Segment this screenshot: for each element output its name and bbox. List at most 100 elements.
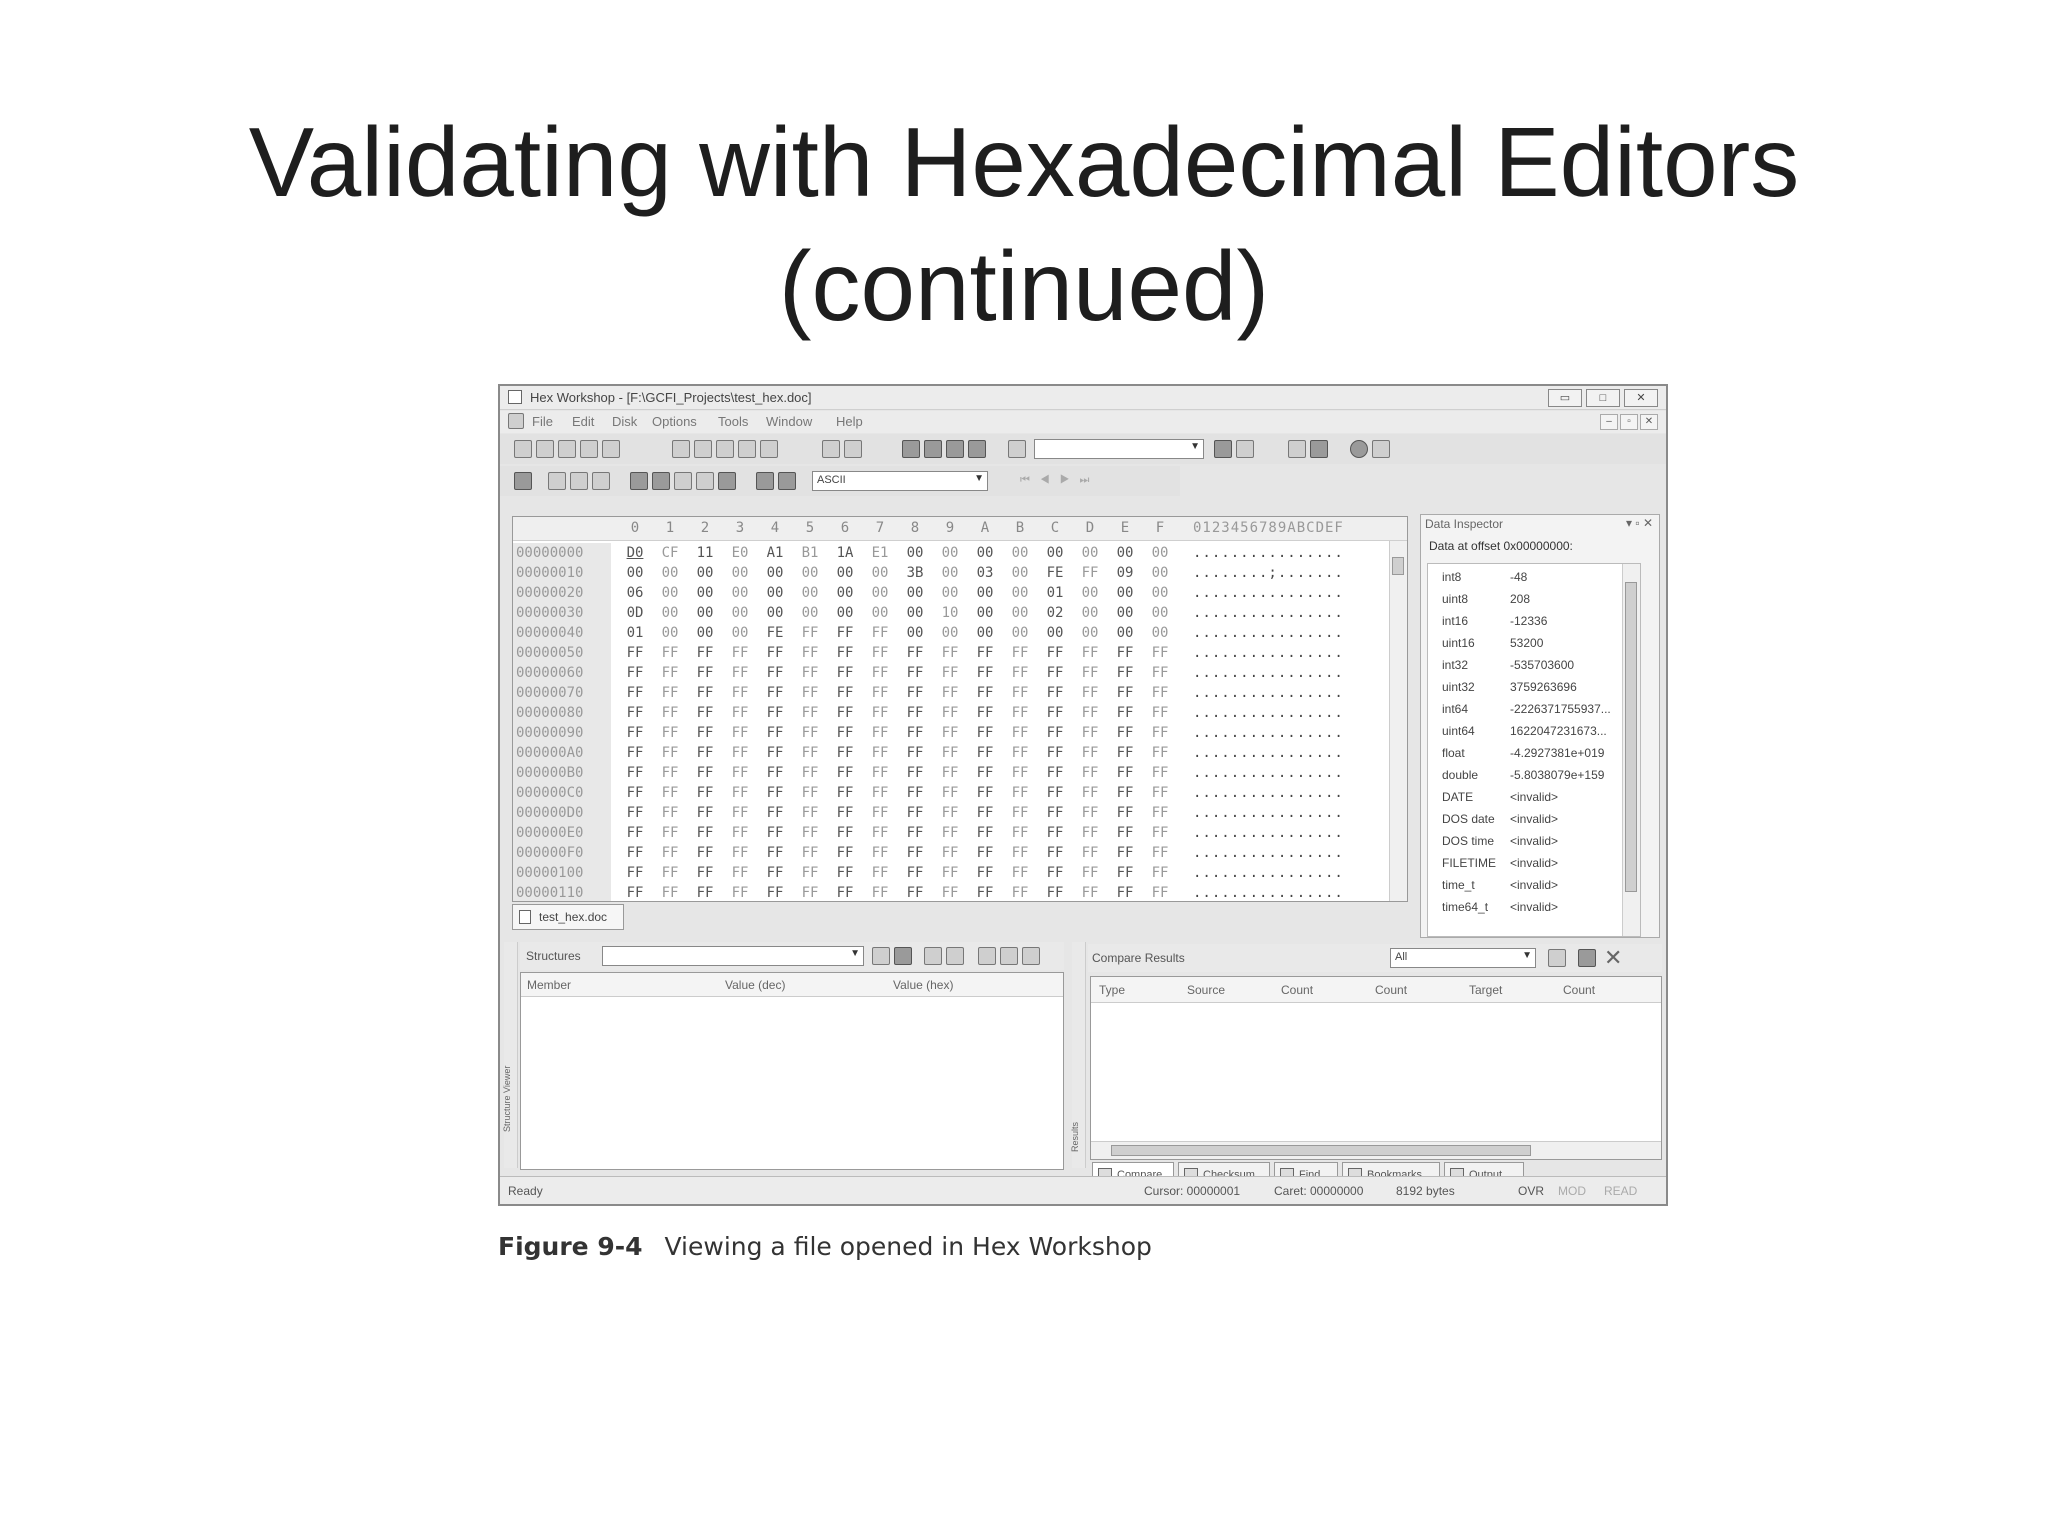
hex-byte[interactable]: FF: [833, 783, 857, 803]
hex-byte[interactable]: FF: [693, 783, 717, 803]
hex-byte[interactable]: 00: [763, 603, 787, 623]
hex-byte[interactable]: FF: [623, 783, 647, 803]
hex-byte[interactable]: FF: [693, 763, 717, 783]
hex-byte[interactable]: FF: [833, 883, 857, 901]
collapse-structure-icon[interactable]: [924, 947, 942, 965]
mdi-minimize-button[interactable]: –: [1600, 414, 1618, 430]
inspector-row[interactable]: uint32 3759263696: [1428, 676, 1640, 698]
copy-results-icon[interactable]: [1548, 949, 1566, 967]
hex-byte[interactable]: FF: [763, 863, 787, 883]
hex-byte[interactable]: FF: [1043, 843, 1067, 863]
hex-byte[interactable]: FF: [938, 783, 962, 803]
hex-byte[interactable]: FF: [728, 783, 752, 803]
hex-scroll-thumb[interactable]: [1392, 557, 1404, 575]
col-value-hex[interactable]: Value (hex): [893, 978, 953, 992]
delete-icon[interactable]: [570, 472, 588, 490]
hex-byte[interactable]: FF: [833, 803, 857, 823]
export-icon[interactable]: [760, 440, 778, 458]
hex-byte[interactable]: 00: [1113, 623, 1137, 643]
hex-byte[interactable]: FF: [938, 823, 962, 843]
hex-byte[interactable]: FF: [1008, 823, 1032, 843]
hex-byte[interactable]: 00: [693, 583, 717, 603]
hex-byte[interactable]: FF: [798, 843, 822, 863]
hex-byte[interactable]: FF: [1078, 663, 1102, 683]
hex-byte[interactable]: 00: [1148, 543, 1172, 563]
hex-byte[interactable]: FF: [658, 823, 682, 843]
hex-byte[interactable]: FF: [1078, 563, 1102, 583]
hex-byte[interactable]: FF: [903, 703, 927, 723]
copy-icon[interactable]: [694, 440, 712, 458]
inspector-row[interactable]: time_t <invalid>: [1428, 874, 1640, 896]
close-structure-icon[interactable]: [1022, 947, 1040, 965]
hex-byte[interactable]: 00: [1148, 623, 1172, 643]
col-source[interactable]: Source: [1187, 983, 1225, 997]
hex-byte[interactable]: FF: [1148, 663, 1172, 683]
hex-byte[interactable]: 00: [798, 563, 822, 583]
hex-byte[interactable]: FF: [903, 823, 927, 843]
hex-byte[interactable]: FF: [973, 743, 997, 763]
hex-byte[interactable]: FF: [868, 683, 892, 703]
hex-byte[interactable]: 10: [938, 603, 962, 623]
hex-byte[interactable]: FF: [1078, 723, 1102, 743]
hex-byte[interactable]: FF: [973, 803, 997, 823]
hex-byte[interactable]: FF: [1043, 823, 1067, 843]
hex-byte[interactable]: FF: [728, 863, 752, 883]
inspector-row[interactable]: uint8 208: [1428, 588, 1640, 610]
hex-byte[interactable]: 00: [658, 583, 682, 603]
hex-byte[interactable]: FF: [798, 743, 822, 763]
hex-byte[interactable]: FF: [833, 663, 857, 683]
hex-byte[interactable]: FF: [938, 643, 962, 663]
hex-byte[interactable]: FF: [763, 803, 787, 823]
menu-window[interactable]: Window: [766, 414, 812, 429]
clear-results-icon[interactable]: ✕: [1604, 945, 1622, 971]
hex-byte[interactable]: 00: [623, 563, 647, 583]
load-structure-icon[interactable]: [872, 947, 890, 965]
hex-byte[interactable]: FF: [973, 823, 997, 843]
hex-byte[interactable]: FF: [973, 763, 997, 783]
hex-byte[interactable]: FF: [1008, 743, 1032, 763]
hex-byte[interactable]: FF: [1078, 643, 1102, 663]
mdi-close-button[interactable]: ✕: [1640, 414, 1658, 430]
cut-icon[interactable]: [672, 440, 690, 458]
hex-byte[interactable]: FF: [833, 683, 857, 703]
window-icon[interactable]: [1372, 440, 1390, 458]
hex-byte[interactable]: FF: [1148, 823, 1172, 843]
hex-byte[interactable]: 00: [903, 623, 927, 643]
inspector-row[interactable]: int16 -12336: [1428, 610, 1640, 632]
hex-byte[interactable]: 00: [833, 563, 857, 583]
hex-byte[interactable]: FF: [798, 783, 822, 803]
hex-byte[interactable]: FF: [798, 763, 822, 783]
hex-byte[interactable]: FF: [903, 743, 927, 763]
hex-byte[interactable]: FF: [1043, 763, 1067, 783]
hex-byte[interactable]: FF: [1148, 863, 1172, 883]
structure-icon[interactable]: [778, 472, 796, 490]
export-structure-icon[interactable]: [1000, 947, 1018, 965]
inspector-row[interactable]: double -5.8038079e+159: [1428, 764, 1640, 786]
hex-byte[interactable]: FF: [938, 883, 962, 901]
copy-structure-icon[interactable]: [978, 947, 996, 965]
hex-byte[interactable]: 00: [763, 563, 787, 583]
hex-byte[interactable]: FF: [658, 783, 682, 803]
hex-byte[interactable]: FF: [833, 703, 857, 723]
hex-byte[interactable]: FF: [1008, 783, 1032, 803]
inspector-vertical-scrollbar[interactable]: [1622, 564, 1640, 936]
hex-byte[interactable]: FF: [798, 663, 822, 683]
hex-byte[interactable]: FF: [798, 803, 822, 823]
hex-byte[interactable]: FF: [1148, 643, 1172, 663]
hex-ascii[interactable]: ................: [1193, 583, 1393, 603]
hex-byte[interactable]: FF: [973, 883, 997, 901]
hex-byte[interactable]: 00: [833, 583, 857, 603]
hex-byte[interactable]: 00: [658, 623, 682, 643]
close-button[interactable]: ✕: [1624, 389, 1658, 407]
hex-byte[interactable]: FF: [623, 743, 647, 763]
hex-byte[interactable]: 00: [1113, 543, 1137, 563]
hex-ascii[interactable]: ................: [1193, 843, 1393, 863]
hex-byte[interactable]: FF: [903, 683, 927, 703]
hex-byte[interactable]: FF: [1078, 743, 1102, 763]
inspector-row[interactable]: DOS date <invalid>: [1428, 808, 1640, 830]
hex-byte[interactable]: 00: [903, 603, 927, 623]
operations-icon[interactable]: [630, 472, 648, 490]
hex-byte[interactable]: 00: [728, 623, 752, 643]
hex-ascii[interactable]: ................: [1193, 543, 1393, 563]
hex-byte[interactable]: B1: [798, 543, 822, 563]
